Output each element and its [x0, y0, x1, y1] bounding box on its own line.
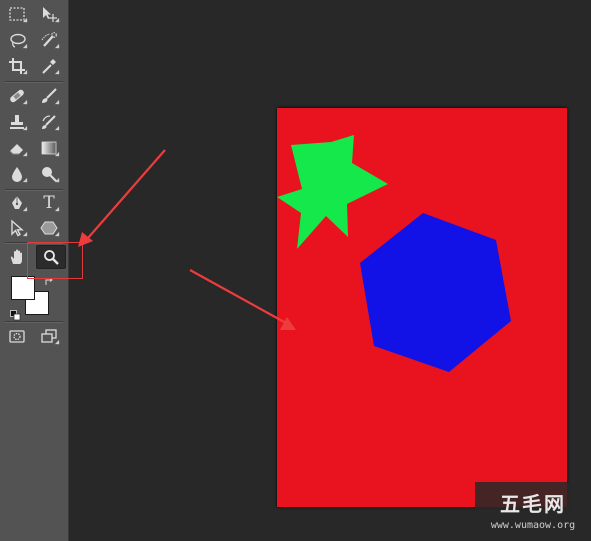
quick-mask-icon	[9, 330, 25, 343]
screen-mode-button[interactable]	[36, 325, 62, 347]
watermark-url: www.wumaow.org	[490, 520, 576, 531]
document-artwork	[277, 108, 567, 507]
healing-brush-tool[interactable]	[4, 85, 30, 107]
blur-tool[interactable]	[4, 163, 30, 185]
lasso-tool[interactable]	[4, 29, 30, 51]
watermark-title: 五毛网	[500, 492, 566, 516]
foreground-color-swatch[interactable]	[11, 276, 35, 300]
zoom-tool-highlight-box	[27, 242, 83, 279]
quick-mask-button[interactable]	[4, 325, 30, 347]
document-canvas[interactable]	[277, 108, 567, 507]
type-t-icon: T	[43, 193, 55, 213]
history-brush-tool[interactable]	[36, 111, 62, 133]
eyedropper-tool[interactable]	[36, 55, 62, 77]
default-colors-icon[interactable]	[10, 306, 21, 321]
eraser-tool[interactable]	[4, 137, 30, 159]
dodge-tool[interactable]	[36, 163, 62, 185]
pen-tool[interactable]	[4, 192, 30, 214]
clone-stamp-tool[interactable]	[4, 111, 30, 133]
shape-tool[interactable]	[36, 217, 62, 239]
quick-selection-tool[interactable]	[36, 29, 62, 51]
crop-tool[interactable]	[4, 55, 30, 77]
gradient-tool[interactable]	[36, 137, 62, 159]
path-selection-tool[interactable]	[4, 217, 30, 239]
marquee-tool[interactable]	[4, 3, 30, 25]
hand-icon	[10, 249, 22, 264]
type-tool[interactable]: T	[36, 192, 62, 214]
move-tool[interactable]	[36, 3, 62, 25]
watermark: 五毛网 www.wumaow.org	[475, 482, 591, 541]
brush-tool[interactable]	[36, 85, 62, 107]
